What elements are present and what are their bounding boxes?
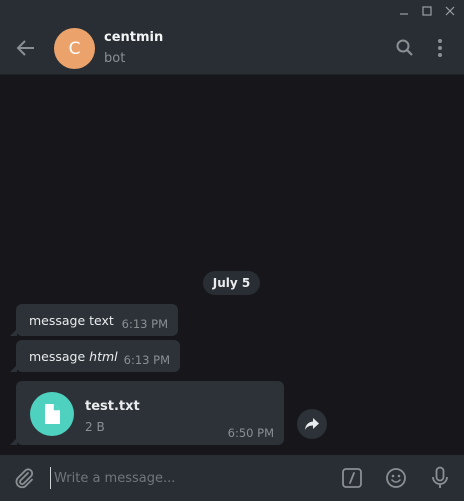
message-composer <box>0 455 464 501</box>
peer-name[interactable]: centmin <box>104 30 163 45</box>
search-button[interactable] <box>393 36 417 60</box>
chat-header: C centmin bot <box>0 21 464 75</box>
close-window-button[interactable] <box>438 0 462 21</box>
maximize-button[interactable] <box>415 0 439 21</box>
minimize-button[interactable] <box>392 0 416 21</box>
emoji-icon <box>386 468 406 488</box>
message-text: message text <box>29 313 114 328</box>
date-separator: July 5 <box>203 271 260 295</box>
avatar[interactable]: C <box>54 28 95 69</box>
peer-status: bot <box>104 51 126 66</box>
more-options-button[interactable] <box>428 36 452 60</box>
message-bubble[interactable]: message html 6:13 PM <box>10 340 180 372</box>
attach-button[interactable] <box>12 466 36 490</box>
bot-command-button[interactable] <box>340 466 364 490</box>
bot-command-icon <box>342 468 362 488</box>
message-input[interactable] <box>50 467 324 489</box>
more-vertical-icon <box>438 39 442 57</box>
minimize-icon <box>400 12 408 15</box>
microphone-icon <box>432 466 448 488</box>
file-icon <box>45 404 60 424</box>
maximize-icon <box>422 5 432 16</box>
telegram-window: C centmin bot July 5 message text 6:13 P… <box>0 0 464 501</box>
emoji-button[interactable] <box>384 466 408 490</box>
message-text-italic: html <box>89 349 118 364</box>
close-icon <box>445 6 455 15</box>
message-bubble[interactable]: message text 6:13 PM <box>10 304 178 336</box>
message-time: 6:13 PM <box>123 353 170 367</box>
message-time: 6:13 PM <box>121 317 168 331</box>
bubble-tail <box>10 365 17 372</box>
file-name: test.txt <box>85 399 140 414</box>
search-icon <box>396 39 413 56</box>
share-arrow-icon <box>305 418 319 430</box>
forward-button[interactable] <box>297 409 327 439</box>
back-arrow-icon <box>16 40 34 56</box>
avatar-letter: C <box>68 38 81 59</box>
file-message-bubble[interactable]: test.txt 2 B 6:50 PM <box>10 381 284 445</box>
voice-record-button[interactable] <box>428 466 452 490</box>
file-download-button[interactable] <box>30 392 74 436</box>
file-size: 2 B <box>85 420 105 434</box>
title-bar <box>0 0 464 21</box>
bubble-tail <box>10 329 17 336</box>
back-button[interactable] <box>14 36 38 60</box>
message-time: 6:50 PM <box>227 426 274 440</box>
attach-icon <box>15 468 34 489</box>
message-text: message html <box>29 349 118 364</box>
bubble-tail <box>10 438 17 445</box>
message-text-plain: message <box>29 349 90 364</box>
